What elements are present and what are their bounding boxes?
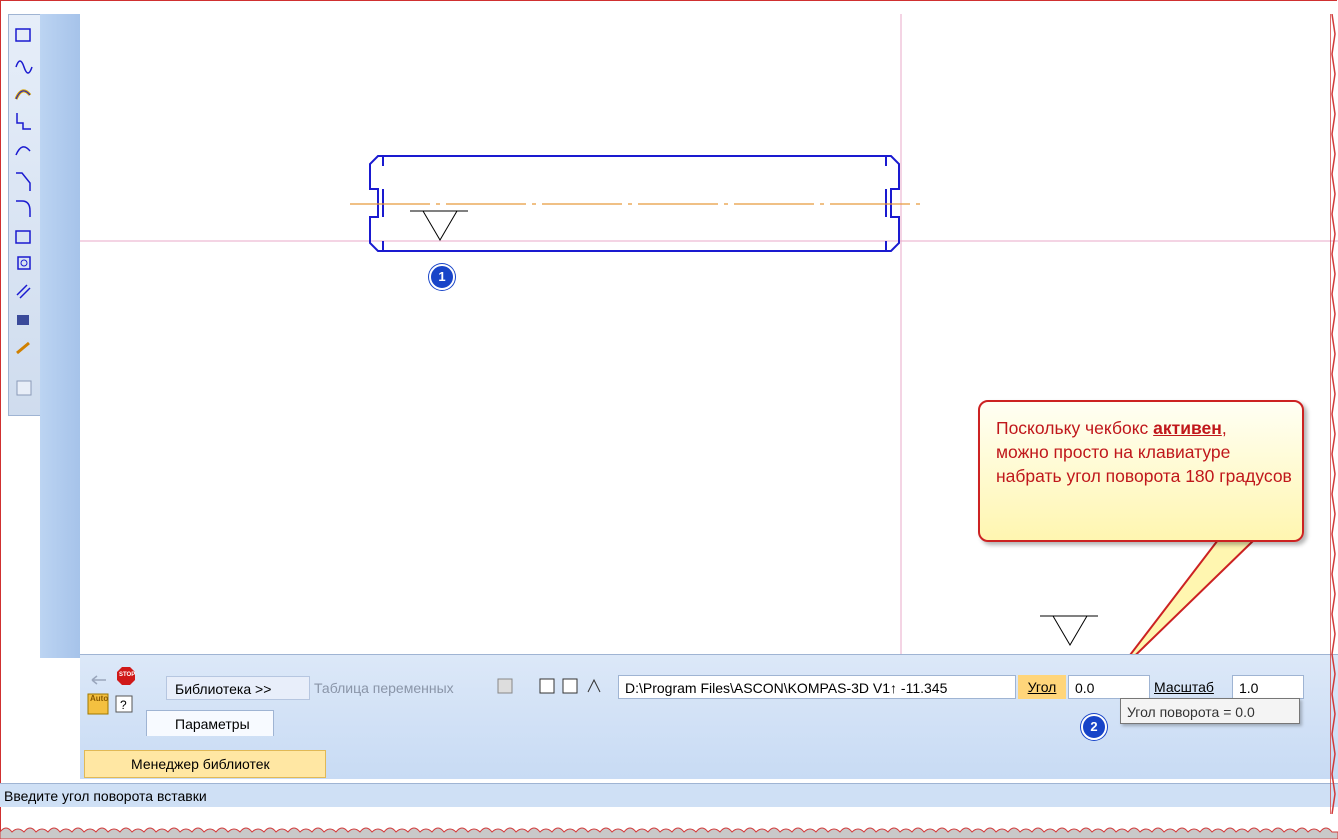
library-path-field[interactable]: D:\Program Files\ASCON\KOMPAS-3D V1↑ -11… [618,675,1016,699]
variables-tab[interactable]: Таблица переменных [314,676,454,700]
library-manager-label: Менеджер библиотек [131,756,270,772]
angle-label[interactable]: Угол [1018,675,1066,699]
svg-text:?: ? [120,698,127,712]
tree-icon[interactable] [587,678,601,693]
table-icon[interactable] [497,678,513,694]
scale-label[interactable]: Масштаб [1152,675,1232,699]
select-icon[interactable] [562,678,578,694]
help-icon[interactable]: ? [115,695,133,713]
scale-label-text: Масштаб [1154,679,1214,695]
angle-tooltip: Угол поворота = 0.0 [1120,698,1300,724]
params-tab-label: Параметры [175,716,250,732]
step-marker-2: 2 [1081,714,1107,740]
angle-input[interactable]: 0.0 [1068,675,1150,699]
angle-label-text: Угол [1027,679,1057,695]
stop-label: STOP [119,672,136,678]
library-manager-tab[interactable]: Менеджер библиотек [84,750,326,778]
torn-right-edge [1330,14,1336,814]
library-tab-label: Библиотека [175,681,252,697]
library-tab-arrow: >> [255,681,272,697]
params-tab[interactable]: Параметры [146,710,274,736]
status-bar: Введите угол поворота вставки [0,783,1338,807]
properties-icon[interactable] [539,678,555,694]
torn-edge-decoration [0,827,1338,839]
back-arrow-icon[interactable] [91,675,106,685]
auto-label: Auto [90,694,109,703]
scale-input[interactable]: 1.0 [1232,675,1304,699]
library-tab[interactable]: Библиотека >> [166,676,310,700]
